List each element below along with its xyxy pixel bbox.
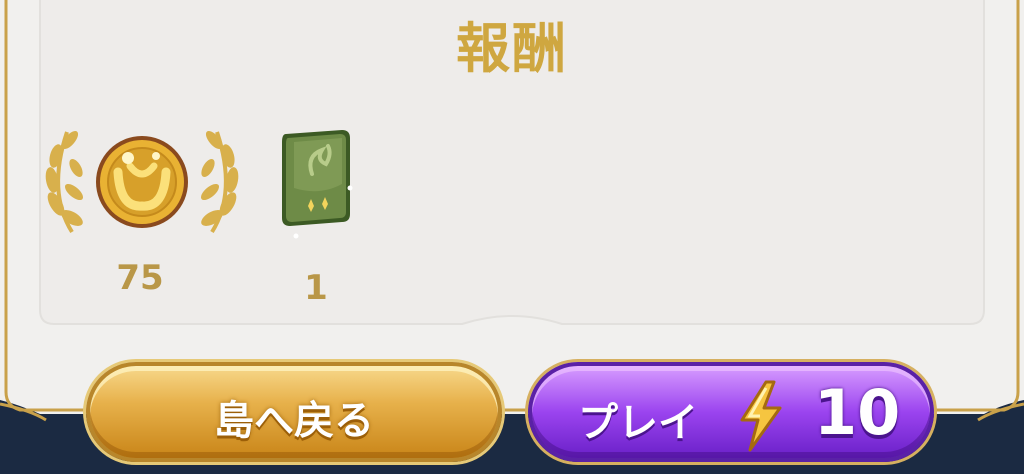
lightning-energy-icon [740, 380, 782, 452]
play-energy-cost: 10 [814, 376, 901, 449]
gold-coin-icon [45, 130, 239, 234]
play-button[interactable]: プレイ 10 [528, 362, 934, 462]
play-button-label: プレイ [578, 400, 698, 446]
reward-count: 75 [116, 258, 164, 298]
green-card-pack-icon [282, 130, 353, 239]
reward-count: 1 [304, 268, 328, 308]
back-button-label: 島へ戻る [214, 398, 374, 444]
back-to-island-button[interactable]: 島へ戻る [86, 362, 502, 462]
page-title: 報酬 [456, 17, 568, 80]
